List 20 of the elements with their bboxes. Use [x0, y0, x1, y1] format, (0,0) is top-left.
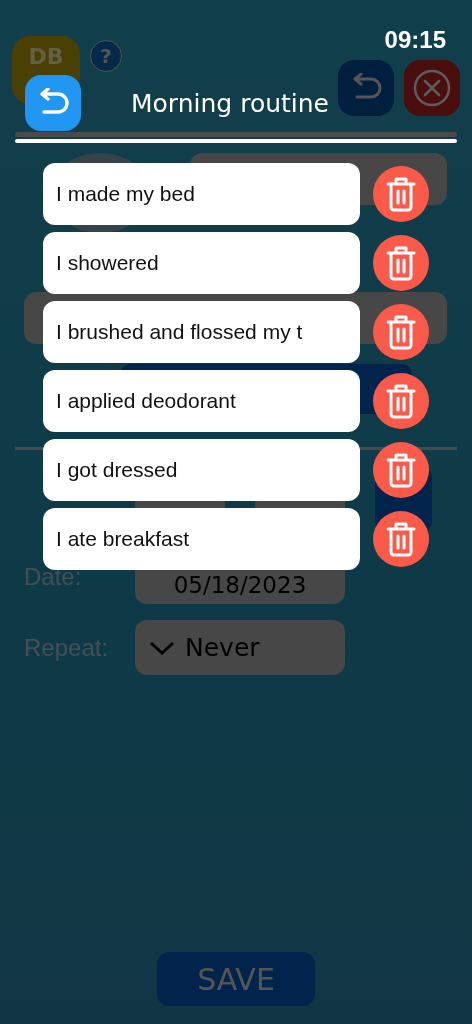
trash-icon [386, 245, 416, 281]
status-time: 09:15 [384, 26, 446, 54]
delete-button[interactable] [373, 511, 429, 567]
task-step-item[interactable]: I ate breakfast [43, 508, 360, 570]
delete-button[interactable] [373, 442, 429, 498]
dialog-title: Morning routine [131, 88, 329, 118]
back-button[interactable] [25, 75, 81, 131]
task-step-item[interactable]: I brushed and flossed my t [43, 301, 360, 363]
trash-icon [386, 521, 416, 557]
task-step-item[interactable]: I got dressed [43, 439, 360, 501]
task-step-item[interactable]: I showered [43, 232, 360, 294]
delete-button[interactable] [373, 235, 429, 291]
trash-icon [386, 452, 416, 488]
trash-icon [386, 314, 416, 350]
task-step-item[interactable]: I applied deodorant [43, 370, 360, 432]
trash-icon [386, 176, 416, 212]
close-icon [413, 69, 451, 107]
trash-icon [386, 383, 416, 419]
chevron-down-icon [149, 639, 175, 656]
delete-button[interactable] [373, 373, 429, 429]
